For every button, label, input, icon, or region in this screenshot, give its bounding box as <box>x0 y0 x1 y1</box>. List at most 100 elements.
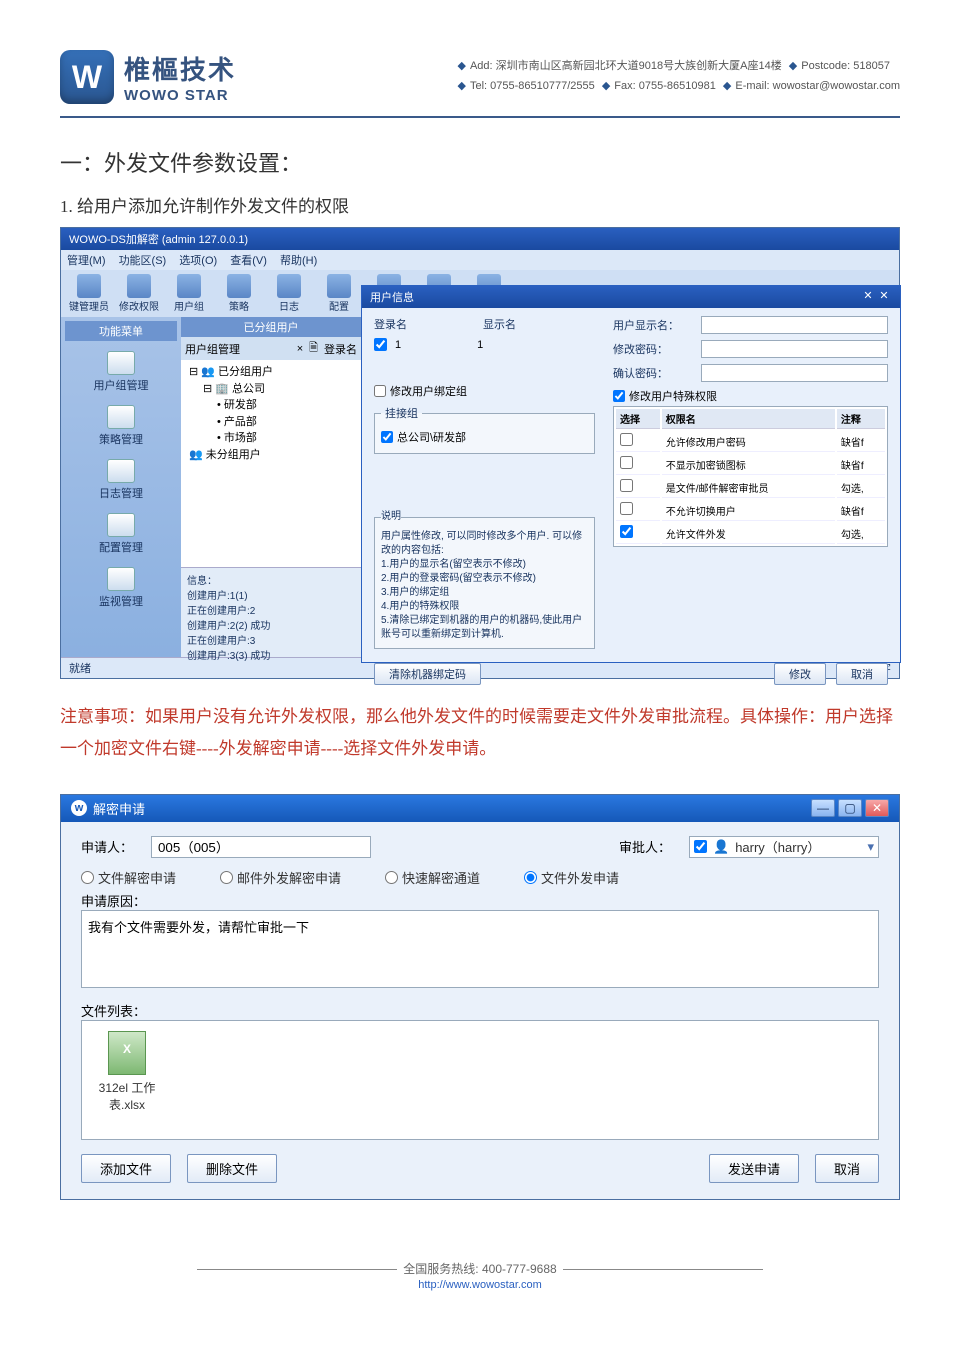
perm-row[interactable]: 不显示加密锁图标缺省f <box>616 454 885 475</box>
reviewer-label: 审批人： <box>619 837 671 856</box>
tree-node[interactable]: 总公司 <box>232 383 265 395</box>
close-icon[interactable]: ✕ <box>865 799 889 817</box>
desc-line: 4.用户的特殊权限 <box>381 600 588 614</box>
perm-row[interactable]: 允许文件外发勾选, <box>616 523 885 544</box>
msg-line: 正在创建用户:2 <box>187 602 355 617</box>
tree-node[interactable]: 市场部 <box>224 432 257 444</box>
email-value: wowostar@wowostar.com <box>773 80 900 92</box>
password2-label: 确认密码： <box>613 365 693 381</box>
sidebar-item[interactable]: 策略管理 <box>65 399 177 453</box>
perm-row[interactable]: 允许修改用户密码缺省f <box>616 431 885 452</box>
filelist-label: 文件列表： <box>81 1001 879 1020</box>
add-file-button[interactable]: 添加文件 <box>81 1154 171 1183</box>
perm-checkbox[interactable] <box>620 433 633 446</box>
modify-perm-checkbox[interactable] <box>613 390 625 402</box>
toolbar-item[interactable]: 用户组 <box>167 274 211 313</box>
bind-group-label: 挂接组 <box>381 405 422 421</box>
clear-bind-button[interactable]: 清除机器绑定码 <box>374 663 481 685</box>
cancel-button[interactable]: 取消 <box>815 1154 879 1183</box>
file-item[interactable]: 312el 工作表.xlsx <box>92 1031 162 1113</box>
radio-file-outgoing[interactable]: 文件外发申请 <box>524 868 619 887</box>
toolbar-icon <box>327 274 351 298</box>
item-1: 1. 给用户添加允许制作外发文件的权限 <box>60 192 900 217</box>
perm-note: 缺省f <box>837 454 885 475</box>
tree-node[interactable]: 研发部 <box>224 399 257 411</box>
note-text: 注意事项：如果用户没有允许外发权限，那么他外发文件的时候需要走文件外发审批流程。… <box>60 701 900 766</box>
password2-input[interactable] <box>701 364 888 382</box>
menu-item[interactable]: 管理(M) <box>67 255 106 267</box>
tel-value: 0755-86510777/2555 <box>490 80 595 92</box>
radio-file-decrypt[interactable]: 文件解密申请 <box>81 868 176 887</box>
perm-checkbox[interactable] <box>620 525 633 538</box>
radio-quick-decrypt[interactable]: 快速解密通道 <box>385 868 480 887</box>
toolbar-item[interactable]: 策略 <box>217 274 261 313</box>
perm-name: 允许修改用户密码 <box>662 431 835 452</box>
tel-label: Tel: <box>470 80 487 92</box>
close-icon[interactable]: × <box>297 343 303 355</box>
sidebar-item[interactable]: 日志管理 <box>65 453 177 507</box>
maximize-icon[interactable]: ▢ <box>838 799 862 817</box>
perm-row[interactable]: 是文件/邮件解密审批员勾选, <box>616 477 885 498</box>
tree-node[interactable]: 未分组用户 <box>206 449 261 461</box>
disp-name-input[interactable] <box>701 316 888 334</box>
toolbar-item[interactable]: 日志 <box>267 274 311 313</box>
tree-node[interactable]: 已分组用户 <box>218 366 273 378</box>
menu-item[interactable]: 功能区(S) <box>119 255 167 267</box>
delete-file-button[interactable]: 删除文件 <box>187 1154 277 1183</box>
perm-note: 勾选, <box>837 523 885 544</box>
radio-label: 文件外发申请 <box>541 868 619 887</box>
center-tab[interactable]: 用户组管理 <box>185 341 240 357</box>
reviewer-select[interactable]: 👤 harry（harry） ▾ <box>689 836 879 858</box>
menu-item[interactable]: 查看(V) <box>230 255 267 267</box>
cancel-button[interactable]: 取消 <box>836 663 888 685</box>
send-request-button[interactable]: 发送申请 <box>709 1154 799 1183</box>
msg-line: 正在创建用户:3 <box>187 632 355 647</box>
perm-checkbox[interactable] <box>620 502 633 515</box>
sidebar-item[interactable]: 用户组管理 <box>65 345 177 399</box>
applicant-input[interactable] <box>151 836 371 858</box>
toolbar-item[interactable]: 修改权限 <box>117 274 161 313</box>
sidebar-label: 配置管理 <box>99 542 143 554</box>
user-tree[interactable]: ⊟ 👥 已分组用户 ⊟ 🏢 总公司 • 研发部 • 产品部 • 市场部 👥 未分… <box>181 360 361 567</box>
modify-button[interactable]: 修改 <box>774 663 826 685</box>
sidebar-label: 用户组管理 <box>94 380 149 392</box>
logo-en: WOWO STAR <box>124 87 236 104</box>
perm-row[interactable]: 不允许切换用户缺省f <box>616 500 885 521</box>
postcode-label: Postcode: <box>801 60 850 72</box>
sidebar-item[interactable]: 监视管理 <box>65 561 177 615</box>
reviewer-checkbox[interactable] <box>694 840 707 853</box>
toolbar-item[interactable]: 键管理员 <box>67 274 111 313</box>
perm-note: 缺省f <box>837 431 885 452</box>
toolbar-icon <box>227 274 251 298</box>
msg-line: 创建用户:2(2) 成功 <box>187 617 355 632</box>
menu-item[interactable]: 选项(O) <box>179 255 217 267</box>
close-icon[interactable]: ✕ <box>860 289 876 305</box>
perm-checkbox[interactable] <box>620 479 633 492</box>
contact-block: ◆Add: 深圳市南山区高新园北环大道9018号大族创新大厦A座14楼 ◆Pos… <box>454 57 901 97</box>
bind-group-value: 总公司\研发部 <box>397 429 466 445</box>
row-checkbox[interactable] <box>374 338 387 351</box>
admin-right: 用户信息 ✕ ✕ 登录名 显示名 <box>361 317 899 657</box>
sidebar-icon <box>107 351 135 375</box>
msg-header: 信息： <box>187 572 355 587</box>
fax-value: 0755-86510981 <box>639 80 716 92</box>
menu-item[interactable]: 帮助(H) <box>280 255 317 267</box>
perm-name: 允许文件外发 <box>662 523 835 544</box>
password-input[interactable] <box>701 340 888 358</box>
reason-textarea[interactable] <box>81 910 879 988</box>
footer-url[interactable]: http://www.wowostar.com <box>418 1279 542 1291</box>
perm-checkbox[interactable] <box>620 456 633 469</box>
bind-group-checkbox[interactable] <box>381 431 393 443</box>
close-icon[interactable]: ✕ <box>876 289 892 305</box>
sidebar-item[interactable]: 配置管理 <box>65 507 177 561</box>
reason-label: 申请原因： <box>81 891 879 910</box>
tree-node[interactable]: 产品部 <box>224 416 257 428</box>
login-label: 登录名 <box>374 316 407 332</box>
minimize-icon[interactable]: — <box>811 799 835 817</box>
toolbar-item[interactable]: 配置 <box>317 274 361 313</box>
file-list[interactable]: 312el 工作表.xlsx <box>81 1020 879 1140</box>
radio-mail-decrypt[interactable]: 邮件外发解密申请 <box>220 868 341 887</box>
perm-name: 是文件/邮件解密审批员 <box>662 477 835 498</box>
hotline-text: 全国服务热线: 400-777-9688 <box>403 1262 556 1276</box>
modify-bind-checkbox[interactable] <box>374 385 386 397</box>
